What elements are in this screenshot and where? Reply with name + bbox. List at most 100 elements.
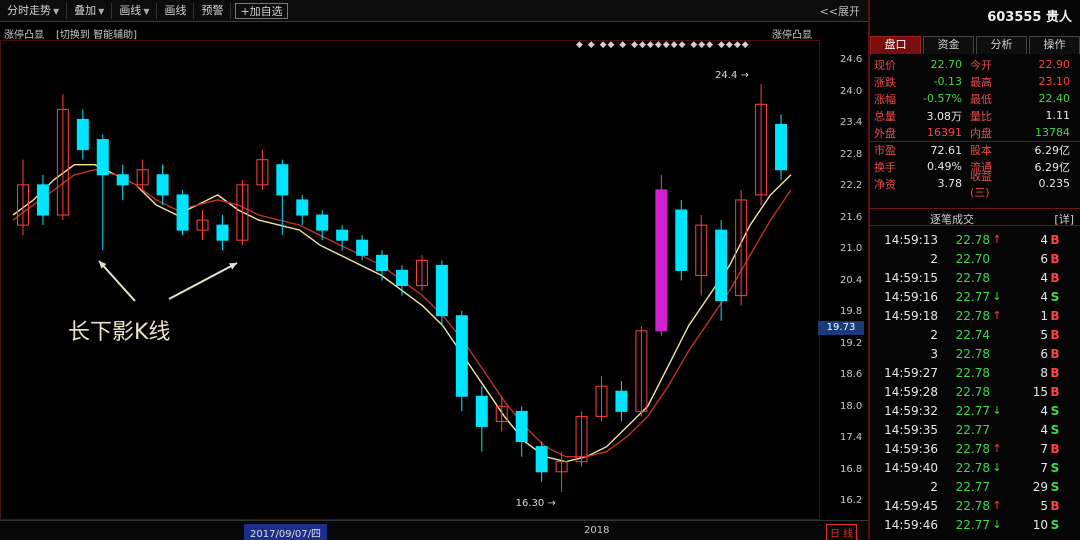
quote-panel: 603555 贵人 盘口 资金 分析 操作 现价 22.70 今开 22.90 涨跌 -0.13… [868,0,1080,540]
trade-price: 22.78 [955,232,990,247]
price-tick: 19.2 [840,337,863,349]
quote-value: -0.57% [923,92,962,105]
arrow-down-icon: ↓ [992,461,1002,474]
trade-row: 14:59:27 22.78 8 B [870,363,1080,382]
trade-volume: 6 [1040,346,1048,361]
toolbar-item-intraday[interactable]: 分时走势 ▼ [0,2,68,19]
chevron-down-icon: ▼ [98,6,105,16]
trade-row: 14:59:13 22.78 ↑ 4 B [870,230,1080,249]
price-tick: 24.0 [840,85,863,97]
quote-label: 总量 [874,109,896,123]
trade-volume: 4 [1040,403,1048,418]
quote-label: 换手 [874,160,896,174]
low-price-label: 16.30 → [516,498,556,509]
add-watchlist-button[interactable]: +加自选 [235,2,288,19]
tab-2[interactable]: 分析 [976,36,1027,54]
toolbar-item-alert[interactable]: 预警 [194,2,232,19]
trades-detail-link[interactable]: [详] [1054,211,1074,227]
quote-value: 6.29亿 [1034,144,1071,157]
trade-time: 2 [930,479,938,494]
trade-side: B [1050,251,1060,266]
trades-header: 逐笔成交 [详] [870,208,1080,226]
high-price-label: 24.4 → [715,70,749,81]
toolbar-item-overlay[interactable]: 叠加 ▼ [67,2,113,19]
candle [735,189,748,306]
expand-button[interactable]: <<展开 [820,3,860,19]
candle-body [775,123,788,171]
trade-row: 14:59:40 22.78 ↓ 7 S [870,458,1080,477]
trade-volume: 8 [1040,365,1048,380]
indicator-name-right: 涨停凸显 [772,30,812,41]
toolbar-item-draw[interactable]: 画线 [157,2,195,19]
trade-side: B [1050,327,1060,342]
trade-time: 2 [930,251,938,266]
tab-0[interactable]: 盘口 [870,36,921,54]
candle-body [176,194,189,231]
trade-side: S [1050,517,1060,532]
chevron-down-icon: ▼ [143,6,150,16]
date-year-label: 2018 [584,525,610,536]
quote-row: 外盘 16391 内盘 13784 [870,124,1080,141]
trade-time: 2 [930,327,938,342]
price-tick: 17.4 [840,432,863,443]
candle [56,94,69,221]
trade-time: 14:59:13 [884,232,938,247]
candle [535,441,548,482]
candle-body [36,184,49,216]
candle [695,215,708,296]
trade-side: B [1050,232,1060,247]
candle-body [116,174,129,186]
candle-body [515,410,528,443]
trade-row: 14:59:35 22.77 4 S [870,420,1080,439]
candle [396,265,408,296]
quote-value: 3.78 [937,177,963,190]
kline-chart-svg: 24.4 → 16.30 → [12,70,792,509]
trade-price: 22.78 [955,460,990,475]
trades-list: 14:59:13 22.78 ↑ 4 B 2 22.70 6 B 14:59:15 22.78 4 B 1… [870,230,1080,534]
quote-value: 22.90 [1038,58,1071,71]
trade-row: 2 22.70 6 B [870,249,1080,268]
quote-label: 涨幅 [874,92,896,106]
candle-body [276,164,289,196]
price-tick: 18.6 [840,369,863,380]
trade-row: 2 22.77 29 S [870,477,1080,496]
arrow-up-icon: ↑ [992,499,1002,512]
trade-side: B [1050,346,1060,361]
trade-price: 22.77 [955,422,990,437]
candle [475,386,488,452]
trade-price: 22.78 [955,365,990,380]
trade-time: 14:59:32 [884,403,938,418]
candle-body [156,174,169,196]
trade-row: 14:59:28 22.78 15 B [870,382,1080,401]
trade-price: 22.77 [955,479,990,494]
trade-row: 14:59:46 22.77 ↓ 10 S [870,515,1080,534]
price-tick: 16.8 [840,463,863,475]
kline-chart[interactable]: 24.4 → 16.30 → [0,40,820,520]
trade-side: B [1050,365,1060,380]
trade-price: 22.78 [955,308,990,323]
trade-volume: 4 [1040,422,1048,437]
candle [16,159,29,236]
candle-body [655,189,668,332]
trade-volume: 5 [1040,498,1048,513]
trade-side: S [1050,403,1060,418]
candle [36,174,49,226]
quote-value: 22.40 [1038,92,1071,105]
candle [276,159,289,236]
annotation-arrow [98,260,136,302]
indicator-switch-link[interactable]: [切换到 智能辅助] [56,26,137,41]
tab-3[interactable]: 操作 [1029,36,1080,54]
stock-code: 603555 贵人 [987,10,1072,25]
candle-body [396,269,408,287]
arrow-up-icon: ↑ [992,309,1002,322]
trade-side: S [1050,289,1060,304]
trade-row: 2 22.74 5 B [870,325,1080,344]
candle [376,250,389,281]
trade-side: B [1050,384,1060,399]
toolbar-item-draw-menu[interactable]: 画线 ▼ [112,2,158,19]
trade-side: B [1050,308,1060,323]
quote-row: 净资 3.78 收益(三) 0.235 [870,170,1080,199]
tab-1[interactable]: 资金 [923,36,974,54]
period-button[interactable]: 日 线 [826,524,858,540]
candle-body [435,264,448,317]
